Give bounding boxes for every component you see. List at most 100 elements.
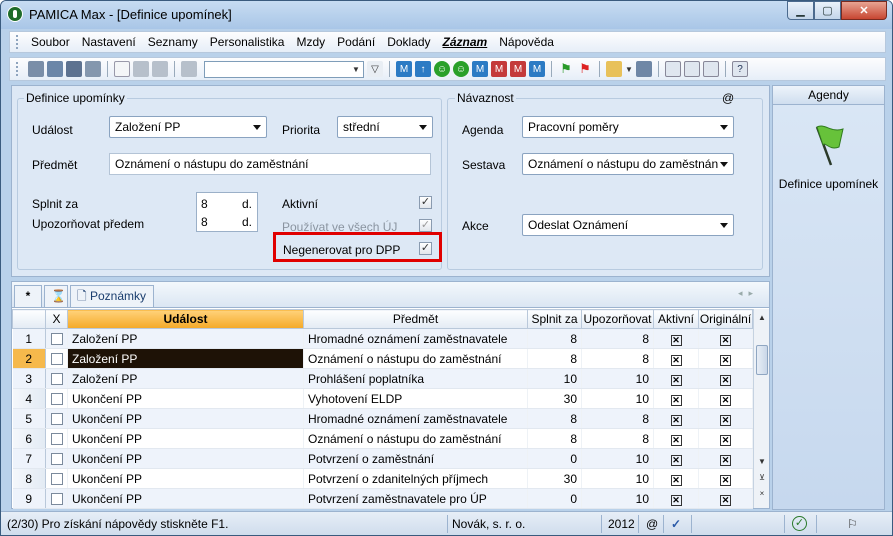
checkbox[interactable]	[50, 393, 63, 406]
chevron-down-icon[interactable]	[419, 125, 427, 130]
checkbox[interactable]	[50, 473, 63, 486]
cell-udalost[interactable]: Ukončení PP	[67, 388, 304, 409]
row-number[interactable]: 9	[12, 488, 46, 509]
checked-box-icon[interactable]: ✕	[720, 474, 731, 486]
scrollbar-thumb[interactable]	[756, 345, 768, 375]
menu-seznamy[interactable]: Seznamy	[142, 35, 204, 49]
checked-box-icon[interactable]: ✕	[720, 374, 731, 386]
menu-napoveda[interactable]: Nápověda	[493, 35, 560, 49]
toolbar-grip[interactable]	[16, 62, 19, 76]
agenda-select[interactable]: Pracovní poměry	[522, 116, 734, 138]
cell-splnit[interactable]: 30	[527, 468, 582, 489]
aktivni-checkbox[interactable]: ✓	[419, 196, 432, 209]
cell-originalni[interactable]: ✕	[698, 448, 753, 469]
checked-box-icon[interactable]: ✕	[670, 374, 682, 386]
comment-icon[interactable]	[665, 61, 681, 77]
checked-box-icon[interactable]: ✕	[670, 414, 682, 426]
list-icon[interactable]	[684, 61, 700, 77]
grid-vertical-scrollbar[interactable]: ▲ ▼ ⊻ ×	[753, 309, 769, 508]
cell-upozornovat[interactable]: 8	[581, 348, 654, 369]
tab-poznamky[interactable]: 🗋 Poznámky	[70, 285, 154, 307]
checked-box-icon[interactable]: ✕	[670, 334, 682, 346]
cell-aktivni[interactable]: ✕	[653, 388, 699, 409]
checked-box-icon[interactable]: ✕	[720, 334, 731, 346]
cell-predmet[interactable]: Oznámení o nástupu do zaměstnání	[303, 428, 528, 449]
upload-icon[interactable]: ↑	[415, 61, 431, 77]
title-bar[interactable]: PAMICA Max - [Definice upomínek] ▁ ▢ ✕	[1, 1, 892, 29]
new-document-icon[interactable]	[114, 61, 130, 77]
row-select-checkbox[interactable]	[45, 408, 68, 429]
column-header-udalost[interactable]: Událost	[67, 309, 304, 329]
m-mail-blue-icon[interactable]: M	[529, 61, 545, 77]
row-number[interactable]: 2	[12, 348, 46, 369]
print-preview-icon[interactable]	[85, 61, 101, 77]
checked-box-icon[interactable]: ✕	[720, 494, 731, 506]
chevron-down-icon[interactable]: ▼	[625, 61, 633, 77]
m-document-icon[interactable]: M	[396, 61, 412, 77]
row-select-checkbox[interactable]	[45, 488, 68, 509]
row-number[interactable]: 6	[12, 428, 46, 449]
column-header-rownum[interactable]	[12, 309, 46, 329]
cell-aktivni[interactable]: ✕	[653, 368, 699, 389]
agenda-definice-upominek[interactable]: Definice upomínek	[773, 115, 884, 191]
cell-predmet[interactable]: Prohlášení poplatníka	[303, 368, 528, 389]
minimize-button[interactable]: ▁	[787, 1, 814, 20]
tab-new-record[interactable]: *	[14, 285, 42, 307]
cell-predmet[interactable]: Oznámení o nástupu do zaměstnání	[303, 348, 528, 369]
checked-box-icon[interactable]: ✕	[720, 394, 731, 406]
column-header-aktivni[interactable]: Aktivní	[653, 309, 699, 329]
table-row[interactable]: 6 Ukončení PP Oznámení o nástupu do zaměst…	[12, 428, 753, 449]
cell-originalni[interactable]: ✕	[698, 428, 753, 449]
predmet-input[interactable]: Oznámení o nástupu do zaměstnání	[109, 153, 431, 175]
scroll-down-icon[interactable]: ▼	[755, 455, 769, 469]
red-flag-icon[interactable]: ⚑	[577, 61, 593, 77]
cell-udalost[interactable]: Založení PP	[67, 348, 304, 369]
chevron-down-icon[interactable]	[720, 223, 728, 228]
menu-mzdy[interactable]: Mzdy	[290, 35, 331, 49]
row-select-checkbox[interactable]	[45, 428, 68, 449]
pouzivat-checkbox[interactable]: ✓	[419, 219, 432, 232]
table-row[interactable]: 5 Ukončení PP Hromadné oznámení zaměstnava…	[12, 408, 753, 429]
checked-box-icon[interactable]: ✕	[670, 494, 682, 506]
cell-splnit[interactable]: 0	[527, 488, 582, 509]
column-header-originalni[interactable]: Originální	[698, 309, 753, 329]
row-select-checkbox[interactable]	[45, 348, 68, 369]
column-header-x[interactable]: X	[45, 309, 68, 329]
folder-icon[interactable]	[606, 61, 622, 77]
table-row[interactable]: 4 Ukončení PP Vyhotovení ELDP 30 10 ✕ ✕	[12, 388, 753, 409]
cell-aktivni[interactable]: ✕	[653, 348, 699, 369]
cell-splnit[interactable]: 8	[527, 408, 582, 429]
m-mail-red-icon[interactable]: M	[491, 61, 507, 77]
cell-aktivni[interactable]: ✕	[653, 328, 699, 349]
menu-personalistika[interactable]: Personalistika	[204, 35, 291, 49]
row-select-checkbox[interactable]	[45, 468, 68, 489]
cell-udalost[interactable]: Ukončení PP	[67, 428, 304, 449]
table-row[interactable]: 2 Založení PP Oznámení o nástupu do zaměst…	[12, 348, 753, 369]
table-row[interactable]: 1 Založení PP Hromadné oznámení zaměstnava…	[12, 328, 753, 349]
checked-box-icon[interactable]: ✕	[670, 434, 682, 446]
chevron-down-icon[interactable]	[253, 125, 261, 130]
save-all-icon[interactable]	[152, 61, 168, 77]
row-select-checkbox[interactable]	[45, 328, 68, 349]
tab-scroll-arrows[interactable]: ◂▸	[738, 288, 759, 299]
cell-aktivni[interactable]: ✕	[653, 428, 699, 449]
cell-splnit[interactable]: 0	[527, 448, 582, 469]
person-alt-icon[interactable]: ☺	[453, 61, 469, 77]
cell-predmet[interactable]: Potvrzení o zdanitelných příjmech	[303, 468, 528, 489]
menu-grip[interactable]	[16, 35, 19, 49]
sestava-select[interactable]: Oznámení o nástupu do zaměstnán	[522, 153, 734, 175]
menu-nastaveni[interactable]: Nastavení	[76, 35, 142, 49]
help-icon[interactable]: ?	[732, 61, 748, 77]
cell-splnit[interactable]: 30	[527, 388, 582, 409]
menu-podani[interactable]: Podání	[331, 35, 381, 49]
checkbox[interactable]	[50, 433, 63, 446]
menu-soubor[interactable]: Soubor	[25, 35, 76, 49]
checked-box-icon[interactable]: ✕	[720, 354, 731, 366]
checked-box-icon[interactable]: ✕	[720, 414, 731, 426]
ok-circle-icon[interactable]: ✓	[792, 516, 807, 531]
cell-upozornovat[interactable]: 10	[581, 468, 654, 489]
table-row[interactable]: 3 Založení PP Prohlášení poplatníka 10 10 ✕ ✕	[12, 368, 753, 389]
cell-originalni[interactable]: ✕	[698, 388, 753, 409]
scroll-close-icon[interactable]: ×	[755, 487, 769, 501]
chevron-down-icon[interactable]: ▼	[350, 63, 362, 76]
